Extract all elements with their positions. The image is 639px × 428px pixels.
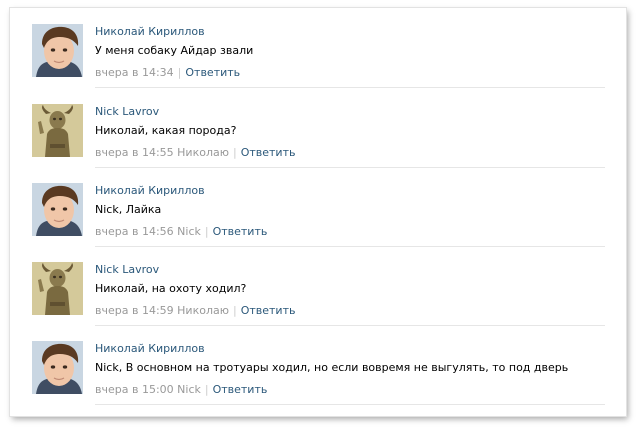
- comment-author[interactable]: Nick Lavrov: [95, 105, 159, 118]
- comment-meta: вчера в 14:55 Николаю | Ответить: [95, 146, 295, 159]
- horned-figure-avatar[interactable]: [32, 262, 83, 315]
- comment-text: Nick, Лайка: [95, 203, 162, 216]
- comment-text: Nick, В основном на тротуары ходил, но е…: [95, 361, 569, 374]
- meta-separator: |: [204, 225, 209, 238]
- comment-time[interactable]: вчера в 14:34: [95, 66, 174, 79]
- boy-avatar[interactable]: [32, 341, 83, 394]
- comment-time[interactable]: вчера в 14:55: [95, 146, 174, 159]
- meta-separator: |: [232, 304, 237, 317]
- comments-panel: Николай Кириллов У меня собаку Айдар зва…: [10, 8, 626, 416]
- comment-time[interactable]: вчера в 14:59: [95, 304, 174, 317]
- comment-author[interactable]: Nick Lavrov: [95, 263, 159, 276]
- comment-author[interactable]: Николай Кириллов: [95, 25, 205, 38]
- meta-separator: |: [232, 146, 237, 159]
- comment-text: Николай, какая порода?: [95, 124, 237, 137]
- reply-to-link[interactable]: Nick: [177, 225, 201, 238]
- comment-author[interactable]: Николай Кириллов: [95, 184, 205, 197]
- comment-meta: вчера в 14:59 Николаю | Ответить: [95, 304, 295, 317]
- comment-item: Николай Кириллов У меня собаку Айдар зва…: [10, 8, 626, 87]
- comment-item: Nick Lavrov Николай, какая порода? вчера…: [10, 88, 626, 167]
- comment-text: Николай, на охоту ходил?: [95, 282, 247, 295]
- comment-item: Nick Lavrov Николай, на охоту ходил? вче…: [10, 246, 626, 325]
- reply-to-link[interactable]: Николаю: [177, 146, 229, 159]
- reply-button[interactable]: Ответить: [241, 146, 296, 159]
- comment-text: У меня собаку Айдар звали: [95, 44, 254, 57]
- comment-meta: вчера в 14:56 Nick | Ответить: [95, 225, 267, 238]
- comment-meta: вчера в 15:00 Nick | Ответить: [95, 383, 267, 396]
- horned-figure-avatar[interactable]: [32, 104, 83, 157]
- comment-item: Николай Кириллов Nick, В основном на тро…: [10, 325, 626, 404]
- reply-to-link[interactable]: Nick: [177, 383, 201, 396]
- reply-button[interactable]: Ответить: [241, 304, 296, 317]
- comment-divider: [95, 404, 605, 405]
- reply-button[interactable]: Ответить: [185, 66, 240, 79]
- comment-author[interactable]: Николай Кириллов: [95, 342, 205, 355]
- reply-button[interactable]: Ответить: [213, 383, 268, 396]
- meta-separator: |: [177, 66, 182, 79]
- comment-time[interactable]: вчера в 14:56: [95, 225, 174, 238]
- boy-avatar[interactable]: [32, 183, 83, 236]
- boy-avatar[interactable]: [32, 24, 83, 77]
- meta-separator: |: [204, 383, 209, 396]
- comment-item: Николай Кириллов Nick, Лайка вчера в 14:…: [10, 167, 626, 246]
- comment-time[interactable]: вчера в 15:00: [95, 383, 174, 396]
- reply-to-link[interactable]: Николаю: [177, 304, 229, 317]
- reply-button[interactable]: Ответить: [213, 225, 268, 238]
- comment-meta: вчера в 14:34 | Ответить: [95, 66, 240, 79]
